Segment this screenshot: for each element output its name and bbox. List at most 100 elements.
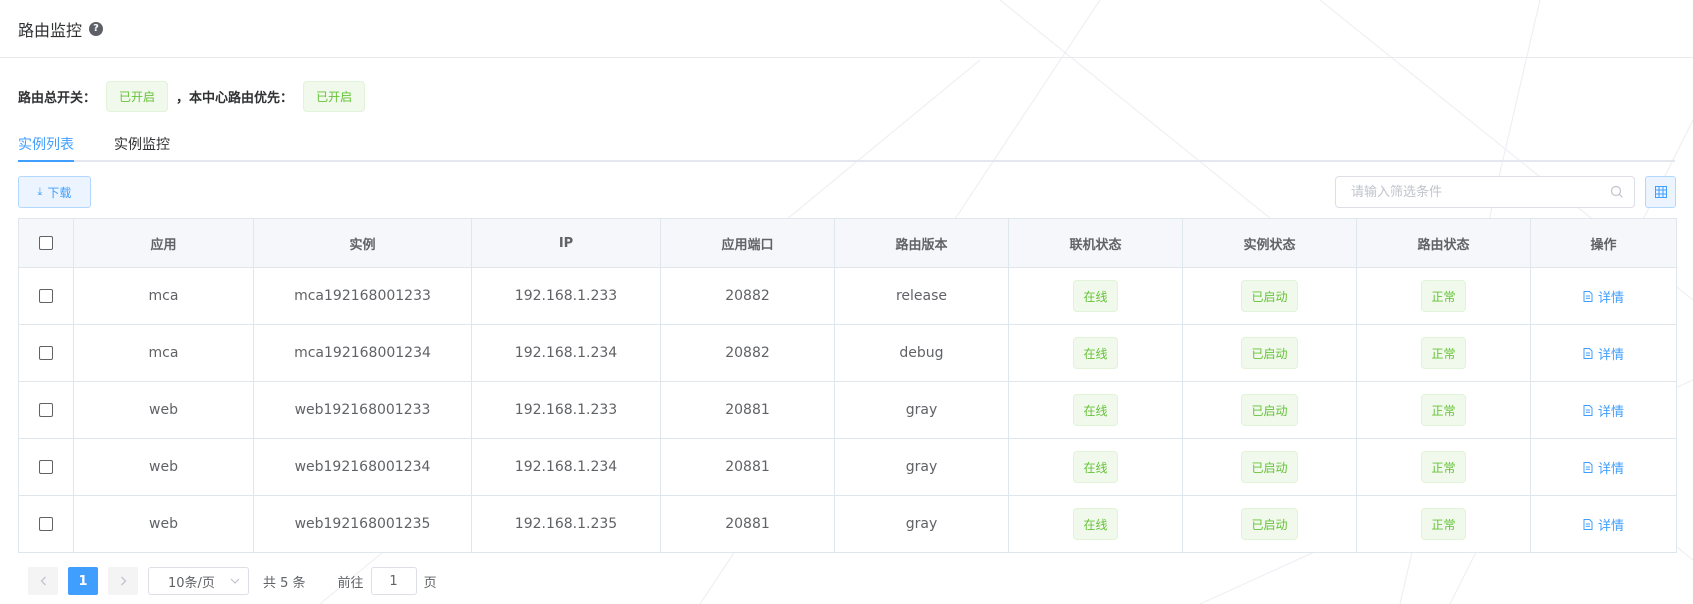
- online-status-tag: 在线: [1073, 508, 1118, 540]
- goto-page-input[interactable]: [370, 567, 417, 595]
- goto-suffix: 页: [423, 575, 437, 591]
- version-cell: debug: [834, 324, 1009, 382]
- page-title: 路由监控: [18, 20, 83, 40]
- instance-status-tag: 已启动: [1241, 337, 1298, 369]
- goto-prefix: 前往: [337, 575, 364, 591]
- search-box: [1335, 176, 1635, 208]
- table-header-row: 应用 实例 IP 应用端口 路由版本 联机状态 实例状态 路由状态 操作: [18, 218, 1677, 268]
- select-all-cell: [18, 218, 74, 268]
- question-circle-icon[interactable]: ?: [89, 21, 104, 36]
- ip-cell: 192.168.1.234: [471, 324, 661, 382]
- row-checkbox[interactable]: [39, 460, 53, 474]
- select-all-checkbox[interactable]: [39, 236, 53, 250]
- center-priority-status: 已开启: [303, 81, 366, 112]
- route-status-tag: 正常: [1421, 394, 1466, 426]
- detail-link[interactable]: 详情: [1583, 458, 1624, 477]
- app-cell: web: [73, 495, 254, 553]
- global-switch-status: 已开启: [106, 81, 169, 112]
- detail-link[interactable]: 详情: [1583, 287, 1624, 306]
- online-status-tag: 在线: [1073, 394, 1118, 426]
- column-header: 操作: [1530, 218, 1677, 268]
- center-priority-label: 本中心路由优先：: [189, 91, 294, 106]
- online-status-tag: 在线: [1073, 280, 1118, 312]
- pagination: 1 10条/页 共 5 条 前往 页: [28, 567, 437, 595]
- ip-cell: 192.168.1.233: [471, 267, 661, 325]
- table-row: web web192168001234 192.168.1.234 20881 …: [18, 438, 1677, 496]
- tab-instance-monitor[interactable]: 实例监控: [114, 134, 170, 154]
- version-cell: gray: [834, 381, 1009, 439]
- row-checkbox[interactable]: [39, 403, 53, 417]
- column-header[interactable]: 联机状态: [1008, 218, 1183, 268]
- global-switch-label: 路由总开关：: [18, 91, 97, 106]
- search-icon[interactable]: [1610, 185, 1624, 199]
- app-cell: mca: [73, 267, 254, 325]
- column-header[interactable]: 应用端口: [660, 218, 835, 268]
- column-header[interactable]: 路由版本: [834, 218, 1009, 268]
- instance-cell: web192168001233: [253, 381, 472, 439]
- instance-status-tag: 已启动: [1241, 451, 1298, 483]
- chevron-right-icon: [120, 576, 126, 586]
- total-count: 共 5 条: [263, 575, 306, 591]
- route-status-tag: 正常: [1421, 508, 1466, 540]
- instance-cell: mca192168001234: [253, 324, 472, 382]
- detail-link-label: 详情: [1597, 347, 1624, 363]
- port-cell: 20881: [660, 495, 835, 553]
- version-cell: gray: [834, 495, 1009, 553]
- table-row: web web192168001233 192.168.1.233 20881 …: [18, 381, 1677, 439]
- document-icon: [1583, 518, 1593, 530]
- instance-status-tag: 已启动: [1241, 280, 1298, 312]
- page-size-select[interactable]: 10条/页: [148, 567, 249, 595]
- port-cell: 20882: [660, 324, 835, 382]
- page-number-button[interactable]: 1: [68, 567, 98, 595]
- version-cell: gray: [834, 438, 1009, 496]
- detail-link-label: 详情: [1597, 518, 1624, 534]
- document-icon: [1583, 290, 1593, 302]
- row-checkbox[interactable]: [39, 517, 53, 531]
- online-status-tag: 在线: [1073, 337, 1118, 369]
- detail-link-label: 详情: [1597, 461, 1624, 477]
- column-header[interactable]: 实例: [253, 218, 472, 268]
- table-row: mca mca192168001234 192.168.1.234 20882 …: [18, 324, 1677, 382]
- document-icon: [1583, 461, 1593, 473]
- instance-status-tag: 已启动: [1241, 508, 1298, 540]
- ip-cell: 192.168.1.235: [471, 495, 661, 553]
- active-tab-indicator: [18, 160, 74, 162]
- download-button[interactable]: ⤓ 下载: [18, 176, 91, 208]
- page-header: 路由监控 ?: [0, 0, 1693, 58]
- download-icon: ⤓: [37, 185, 43, 198]
- detail-link[interactable]: 详情: [1583, 401, 1624, 420]
- document-icon: [1583, 347, 1593, 359]
- route-status-tag: 正常: [1421, 337, 1466, 369]
- search-input[interactable]: [1336, 177, 1596, 207]
- column-header[interactable]: 路由状态: [1356, 218, 1531, 268]
- ip-cell: 192.168.1.233: [471, 381, 661, 439]
- detail-link[interactable]: 详情: [1583, 515, 1624, 534]
- download-button-label: 下载: [47, 185, 72, 200]
- row-checkbox[interactable]: [39, 346, 53, 360]
- instance-status-tag: 已启动: [1241, 394, 1298, 426]
- column-header[interactable]: 应用: [73, 218, 254, 268]
- instance-cell: web192168001234: [253, 438, 472, 496]
- ip-cell: 192.168.1.234: [471, 438, 661, 496]
- detail-link-label: 详情: [1597, 290, 1624, 306]
- app-cell: web: [73, 381, 254, 439]
- switch-separator: ，: [176, 91, 190, 106]
- route-switch-row: 路由总开关： 已开启 ， 本中心路由优先： 已开启: [18, 81, 373, 112]
- row-checkbox[interactable]: [39, 289, 53, 303]
- online-status-tag: 在线: [1073, 451, 1118, 483]
- page-size-value: 10条/页: [168, 575, 215, 591]
- tab-instance-list[interactable]: 实例列表: [18, 134, 74, 154]
- port-cell: 20881: [660, 381, 835, 439]
- column-header[interactable]: IP: [471, 218, 661, 268]
- chevron-left-icon: [40, 576, 46, 586]
- next-page-button[interactable]: [108, 567, 138, 595]
- app-cell: mca: [73, 324, 254, 382]
- column-header[interactable]: 实例状态: [1182, 218, 1357, 268]
- chevron-down-icon: [230, 578, 240, 584]
- detail-link[interactable]: 详情: [1583, 344, 1624, 363]
- prev-page-button[interactable]: [28, 567, 58, 595]
- instance-table: 应用 实例 IP 应用端口 路由版本 联机状态 实例状态 路由状态 操作 mca…: [18, 218, 1677, 553]
- table-columns-icon: [1654, 186, 1667, 198]
- tab-bar: 实例列表 实例监控: [18, 126, 1675, 162]
- column-settings-button[interactable]: [1645, 176, 1676, 208]
